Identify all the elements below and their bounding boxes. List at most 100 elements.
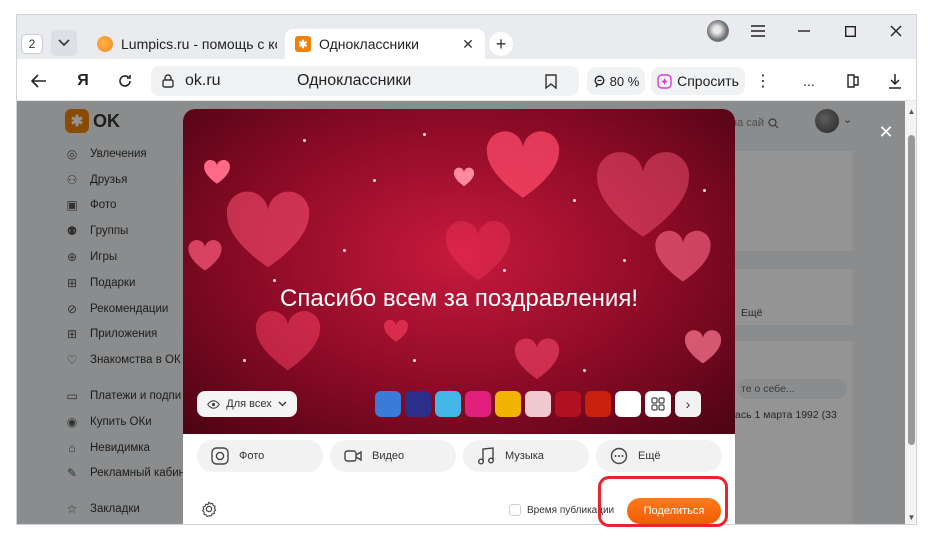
heart-icon: [684, 330, 722, 364]
yandex-button[interactable]: Я: [69, 67, 97, 95]
background-swatch[interactable]: [555, 391, 581, 417]
sparkle: [573, 199, 576, 202]
scrollbar-thumb[interactable]: [908, 135, 915, 445]
attach-video-button[interactable]: Видео: [330, 440, 456, 472]
zoom-value: 80 %: [609, 73, 640, 89]
heart-icon: [514, 338, 560, 379]
background-swatches: ›: [375, 391, 701, 417]
hamburger-icon: [751, 25, 765, 37]
scroll-up-icon[interactable]: ▲: [907, 107, 916, 116]
ok-favicon-icon: ✱: [295, 36, 311, 52]
attach-photo-label: Фото: [239, 450, 265, 462]
chevron-down-icon: [58, 39, 70, 47]
attach-more-button[interactable]: Ещё: [596, 440, 722, 472]
background-swatch[interactable]: [585, 391, 611, 417]
sparkle: [583, 369, 586, 372]
background-swatch[interactable]: [465, 391, 491, 417]
post-background: Спасибо всем за поздравления! Для всех ›: [183, 109, 735, 434]
grid-icon: [651, 397, 665, 411]
heart-icon: [655, 230, 711, 282]
background-swatch[interactable]: [495, 391, 521, 417]
heart-icon: [255, 311, 321, 371]
share-button-highlight: [598, 476, 728, 527]
sparkle: [623, 259, 626, 262]
close-modal-icon[interactable]: ✕: [877, 123, 895, 141]
scroll-down-icon[interactable]: ▼: [907, 513, 916, 522]
lock-icon[interactable]: [159, 72, 177, 90]
audience-selector[interactable]: Для всех: [197, 391, 297, 417]
yandex-logo-icon: Я: [77, 72, 89, 89]
minimize-icon: [798, 30, 810, 32]
bookmark-icon[interactable]: [541, 71, 561, 91]
profile-avatar[interactable]: [707, 20, 729, 42]
chevron-down-icon: [278, 401, 287, 407]
heart-icon: [596, 152, 690, 237]
collections-button[interactable]: [839, 67, 867, 95]
downloads-button[interactable]: [881, 67, 909, 95]
reload-button[interactable]: [111, 67, 139, 95]
eye-icon: [207, 399, 221, 409]
background-swatch[interactable]: [525, 391, 551, 417]
vertical-dots-icon: ⋮: [755, 73, 771, 90]
browser-menu-button[interactable]: [743, 19, 773, 43]
extensions-more-button[interactable]: ...: [795, 67, 823, 95]
heart-icon: [188, 240, 222, 271]
background-swatch[interactable]: [375, 391, 401, 417]
attach-more-label: Ещё: [638, 450, 661, 462]
ask-options-button[interactable]: ⋮: [751, 67, 775, 95]
tab-list-button[interactable]: [51, 30, 77, 56]
minimize-button[interactable]: [789, 19, 819, 43]
new-tab-button[interactable]: +: [489, 32, 513, 56]
heart-icon: [486, 131, 560, 198]
plus-icon: +: [495, 33, 507, 54]
window-close-button[interactable]: [881, 19, 911, 43]
sparkle: [703, 189, 706, 192]
heart-icon: [226, 191, 310, 268]
next-swatches-button[interactable]: ›: [675, 391, 701, 417]
ask-button[interactable]: Спросить: [651, 67, 745, 95]
back-button[interactable]: [25, 67, 53, 95]
close-icon: [890, 25, 902, 37]
reload-icon: [119, 75, 131, 87]
tab-title: Lumpics.ru - помощь с ко: [121, 36, 277, 52]
sparkle: [243, 359, 246, 362]
post-text[interactable]: Спасибо всем за поздравления!: [183, 285, 735, 313]
video-icon: [344, 447, 362, 465]
tab-lumpics[interactable]: Lumpics.ru - помощь с ко: [87, 29, 277, 59]
more-label: ...: [803, 73, 815, 89]
heart-icon: [445, 221, 511, 281]
sparkle-icon: [657, 73, 672, 89]
media-attach-row: Фото Видео Музыка Ещё: [197, 440, 723, 472]
attach-video-label: Видео: [372, 450, 405, 462]
zoom-indicator[interactable]: 80 %: [587, 67, 645, 95]
sparkle: [413, 359, 416, 362]
publish-time-checkbox[interactable]: [509, 504, 521, 516]
omnibox[interactable]: ok.ru Одноклассники: [151, 66, 579, 96]
all-backgrounds-button[interactable]: [645, 391, 671, 417]
close-tab-icon[interactable]: ✕: [459, 36, 477, 53]
post-composer-modal: Спасибо всем за поздравления! Для всех ›…: [183, 109, 735, 524]
attach-photo-button[interactable]: Фото: [197, 440, 323, 472]
background-swatch-plain[interactable]: [615, 391, 641, 417]
sparkle: [503, 269, 506, 272]
tab-bar: 2 Lumpics.ru - помощь с ко ✱ Одноклассни…: [17, 15, 916, 59]
sparkle: [373, 179, 376, 182]
address-toolbar: Я ok.ru Одноклассники 80 % Спросить ⋮ ..…: [17, 59, 916, 101]
maximize-button[interactable]: [835, 19, 865, 43]
url-domain: ok.ru: [185, 72, 221, 89]
tab-count-badge[interactable]: 2: [21, 34, 43, 54]
camera-icon: [211, 447, 229, 465]
ok-page: ✱ OK на сай ⌄ ◎ Увлечения ⚇ Друзья ▣ Фото ⚉…: [17, 101, 905, 524]
post-settings-button[interactable]: [200, 500, 218, 518]
chevron-right-icon: ›: [685, 396, 691, 412]
heart-icon: [384, 319, 408, 342]
attach-music-button[interactable]: Музыка: [463, 440, 589, 472]
ask-label: Спросить: [677, 73, 739, 89]
sparkle: [423, 133, 426, 136]
tab-odnoklassniki[interactable]: ✱ Одноклассники ✕: [285, 29, 485, 59]
sparkle: [303, 139, 306, 142]
background-swatch[interactable]: [435, 391, 461, 417]
page-scrollbar[interactable]: ▲ ▼: [905, 101, 916, 524]
background-swatch[interactable]: [405, 391, 431, 417]
browser-window: 2 Lumpics.ru - помощь с ко ✱ Одноклассни…: [16, 14, 917, 525]
